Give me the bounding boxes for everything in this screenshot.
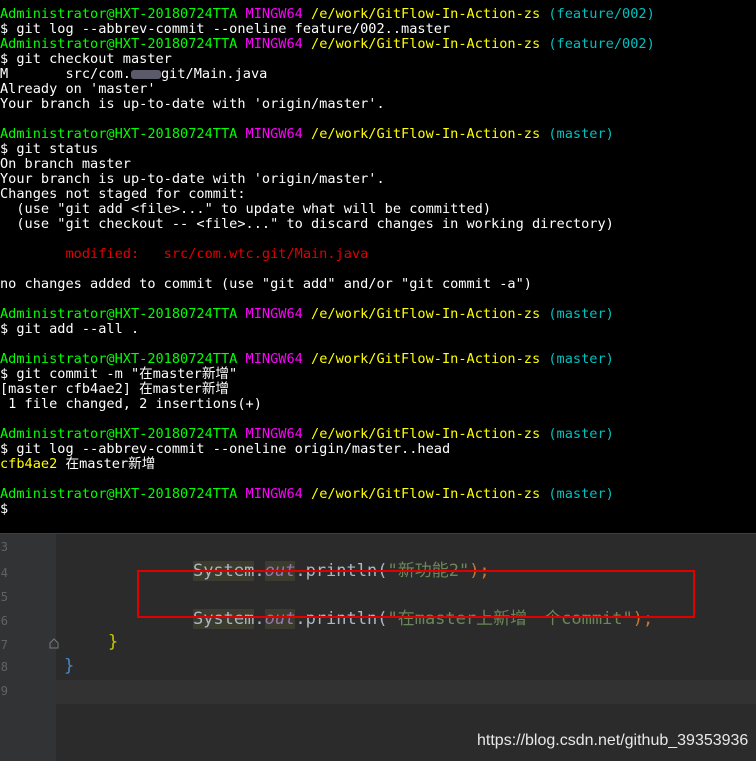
terminal-line: modified: src/com.wtc.git/Main.java	[0, 247, 368, 262]
prompt-path: /e/work/GitFlow-In-Action-zs	[311, 306, 541, 322]
terminal-output-text: [master cfb4ae2] 在master新增	[0, 381, 230, 397]
line-number: 9	[0, 684, 8, 698]
terminal-line: $	[0, 502, 8, 517]
modified-file-prefix: M src/com.	[0, 66, 131, 82]
terminal-line: Your branch is up-to-date with 'origin/m…	[0, 97, 385, 112]
prompt-branch: (master)	[548, 351, 614, 367]
terminal-output-text: 1 file changed, 2 insertions(+)	[0, 396, 262, 412]
terminal-output-text: $ git log --abbrev-commit --oneline orig…	[0, 441, 451, 457]
prompt-branch: (master)	[548, 306, 614, 322]
terminal-output-text: $ git add --all .	[0, 321, 140, 337]
terminal-line: $ git add --all .	[0, 322, 139, 337]
line-number: 8	[0, 660, 8, 674]
terminal-line: $ git log --abbrev-commit --oneline orig…	[0, 442, 450, 457]
prompt-path: /e/work/GitFlow-In-Action-zs	[311, 126, 541, 142]
modified-file-entry: modified: src/com.wtc.git/Main.java	[0, 246, 369, 262]
terminal-line: $ git commit -m "在master新增"	[0, 367, 237, 382]
prompt-path: /e/work/GitFlow-In-Action-zs	[311, 351, 541, 367]
line-number: 7	[0, 638, 8, 652]
prompt-branch: (feature/002)	[548, 36, 655, 52]
terminal-output-text: $	[0, 501, 9, 517]
terminal-prompt-line: Administrator@HXT-20180724TTA MINGW64 /e…	[0, 307, 614, 322]
prompt-path: /e/work/GitFlow-In-Action-zs	[311, 426, 541, 442]
terminal-line: $ git status	[0, 142, 98, 157]
line-number-gutter: 3 4 5 6 7 8 9	[0, 534, 59, 761]
prompt-branch: (feature/002)	[548, 6, 655, 22]
commit-hash: cfb4ae2	[0, 456, 58, 472]
prompt-shell: MINGW64	[245, 6, 303, 22]
prompt-user: Administrator@HXT-20180724TTA	[0, 126, 238, 142]
prompt-shell: MINGW64	[245, 306, 303, 322]
prompt-user: Administrator@HXT-20180724TTA	[0, 306, 238, 322]
terminal-line: Changes not staged for commit:	[0, 187, 246, 202]
terminal-prompt-line: Administrator@HXT-20180724TTA MINGW64 /e…	[0, 352, 614, 367]
terminal-line: 1 file changed, 2 insertions(+)	[0, 397, 262, 412]
terminal-window[interactable]: Administrator@HXT-20180724TTA MINGW64 /e…	[0, 0, 756, 533]
prompt-path: /e/work/GitFlow-In-Action-zs	[311, 36, 541, 52]
terminal-output-text: $ git status	[0, 141, 99, 157]
code-line-println-1[interactable]: System.out.println("新功能2");	[152, 538, 490, 581]
modified-file-suffix: git/Main.java	[160, 66, 268, 82]
line-number: 5	[0, 590, 8, 604]
terminal-line: (use "git add <file>..." to update what …	[0, 202, 491, 217]
terminal-prompt-line: Administrator@HXT-20180724TTA MINGW64 /e…	[0, 37, 655, 52]
commit-message: 在master新增	[57, 456, 156, 472]
prompt-shell: MINGW64	[245, 351, 303, 367]
terminal-prompt-line: Administrator@HXT-20180724TTA MINGW64 /e…	[0, 7, 655, 22]
terminal-line: no changes added to commit (use "git add…	[0, 277, 532, 292]
terminal-output-text: Your branch is up-to-date with 'origin/m…	[0, 171, 385, 187]
terminal-line: On branch master	[0, 157, 131, 172]
terminal-output-text: no changes added to commit (use "git add…	[0, 276, 532, 292]
terminal-line: Your branch is up-to-date with 'origin/m…	[0, 172, 385, 187]
prompt-shell: MINGW64	[245, 486, 303, 502]
terminal-line: $ git checkout master	[0, 52, 172, 67]
prompt-shell: MINGW64	[245, 126, 303, 142]
prompt-shell: MINGW64	[245, 426, 303, 442]
terminal-prompt-line: Administrator@HXT-20180724TTA MINGW64 /e…	[0, 487, 614, 502]
terminal-output-text: (use "git add <file>..." to update what …	[0, 201, 492, 217]
terminal-output-text: Already on 'master'	[0, 81, 156, 97]
terminal-output-text: Your branch is up-to-date with 'origin/m…	[0, 96, 385, 112]
terminal-output-text: $ git log --abbrev-commit --oneline feat…	[0, 21, 451, 37]
prompt-branch: (master)	[548, 126, 614, 142]
line-number: 4	[0, 566, 8, 580]
prompt-user: Administrator@HXT-20180724TTA	[0, 426, 238, 442]
terminal-line: M src/com. git/Main.java	[0, 67, 267, 82]
terminal-line: $ git log --abbrev-commit --oneline feat…	[0, 22, 450, 37]
prompt-branch: (master)	[548, 426, 614, 442]
prompt-user: Administrator@HXT-20180724TTA	[0, 6, 238, 22]
code-editor[interactable]: 3 4 5 6 7 8 9 System.out.println("新功能2")…	[0, 533, 756, 761]
terminal-line: cfb4ae2 在master新增	[0, 457, 155, 472]
terminal-output-text: On branch master	[0, 156, 131, 172]
terminal-output-text: Changes not staged for commit:	[0, 186, 246, 202]
terminal-line: Already on 'master'	[0, 82, 156, 97]
line-number: 3	[0, 540, 8, 554]
watermark-text: https://blog.csdn.net/github_39353936	[477, 732, 749, 749]
terminal-line: [master cfb4ae2] 在master新增	[0, 382, 229, 397]
terminal-line: (use "git checkout -- <file>..." to disc…	[0, 216, 614, 232]
terminal-output-text: $ git commit -m "在master新增"	[0, 366, 238, 382]
blurred-text-redaction	[130, 69, 161, 79]
code-closing-brace-inner: }	[108, 632, 119, 652]
prompt-path: /e/work/GitFlow-In-Action-zs	[311, 486, 541, 502]
prompt-branch: (master)	[548, 486, 614, 502]
code-closing-brace-outer: }	[64, 656, 75, 676]
current-line-highlight	[56, 680, 756, 704]
prompt-path: /e/work/GitFlow-In-Action-zs	[311, 6, 541, 22]
prompt-shell: MINGW64	[245, 36, 303, 52]
line-number: 6	[0, 614, 8, 628]
prompt-user: Administrator@HXT-20180724TTA	[0, 36, 238, 52]
highlight-annotation-box	[137, 570, 695, 618]
terminal-prompt-line: Administrator@HXT-20180724TTA MINGW64 /e…	[0, 427, 614, 442]
terminal-output-text: (use "git checkout -- <file>..." to disc…	[0, 216, 614, 232]
terminal-prompt-line: Administrator@HXT-20180724TTA MINGW64 /e…	[0, 127, 614, 142]
prompt-user: Administrator@HXT-20180724TTA	[0, 351, 238, 367]
prompt-user: Administrator@HXT-20180724TTA	[0, 486, 238, 502]
fold-marker-icon[interactable]	[49, 637, 59, 649]
terminal-output-text: $ git checkout master	[0, 51, 172, 67]
